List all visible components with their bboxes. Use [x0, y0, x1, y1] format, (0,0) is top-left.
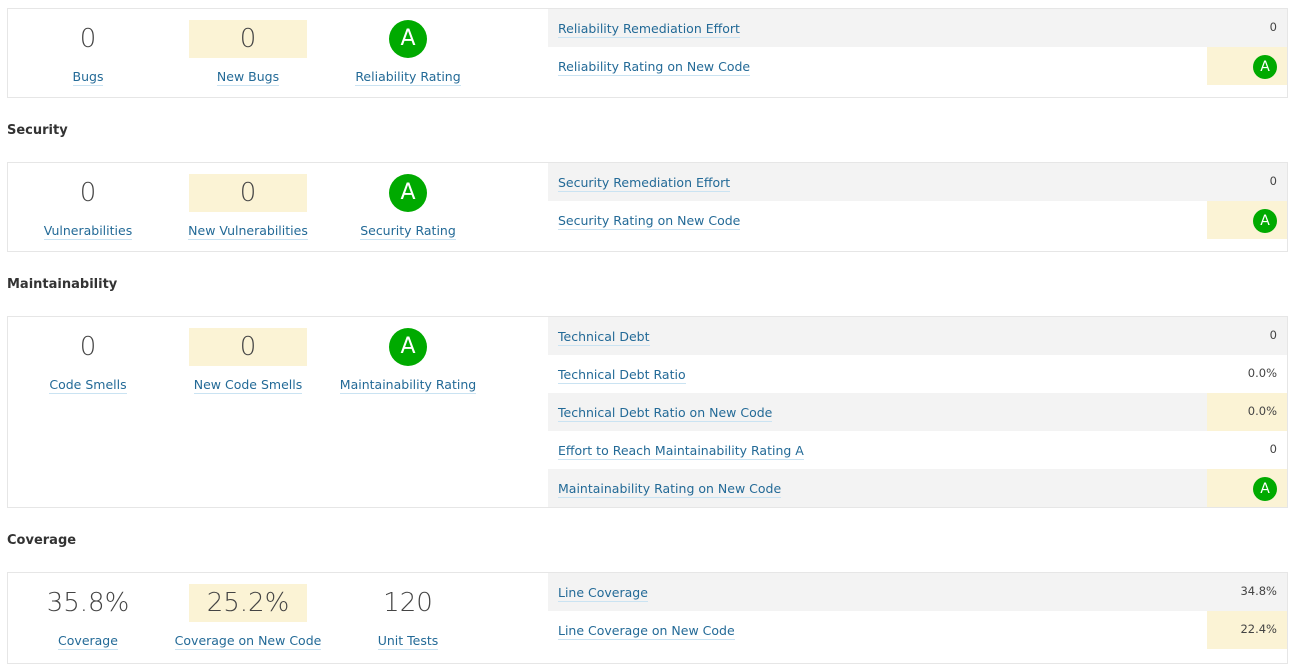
new-vulnerabilities-label[interactable]: New Vulnerabilities — [188, 223, 308, 240]
technical-debt-link[interactable]: Technical Debt — [558, 329, 650, 346]
effort-rating-a-link[interactable]: Effort to Reach Maintainability Rating A — [558, 443, 804, 460]
coverage-measure[interactable]: 35.8% Coverage — [8, 573, 168, 650]
reliability-new-rating-row: Reliability Rating on New Code A — [548, 47, 1287, 85]
technical-debt-ratio-new-link[interactable]: Technical Debt Ratio on New Code — [558, 405, 773, 422]
code-smells-label[interactable]: Code Smells — [49, 377, 127, 394]
unit-tests-value[interactable]: 120 — [328, 584, 488, 622]
reliability-remediation-row: Reliability Remediation Effort 0 — [548, 9, 1287, 47]
technical-debt-ratio-row: Technical Debt Ratio 0.0% — [548, 355, 1287, 393]
coverage-value[interactable]: 35.8% — [8, 584, 168, 622]
bugs-value[interactable]: 0 — [8, 20, 168, 58]
new-bugs-measure[interactable]: 0 New Bugs — [168, 9, 328, 86]
maintainability-section-title: Maintainability — [7, 277, 118, 292]
reliability-new-rating-badge[interactable]: A — [1253, 55, 1277, 79]
security-remediation-row: Security Remediation Effort 0 — [548, 163, 1287, 201]
technical-debt-ratio-link[interactable]: Technical Debt Ratio — [558, 367, 686, 384]
maintainability-rating-label[interactable]: Maintainability Rating — [339, 377, 477, 394]
security-remediation-link[interactable]: Security Remediation Effort — [558, 175, 731, 192]
maintainability-new-rating-link[interactable]: Maintainability Rating on New Code — [558, 481, 782, 498]
new-vulnerabilities-value[interactable]: 0 — [189, 174, 307, 212]
technical-debt-ratio-new-value[interactable]: 0.0% — [1248, 404, 1277, 418]
reliability-new-rating-link[interactable]: Reliability Rating on New Code — [558, 59, 751, 76]
vulnerabilities-value[interactable]: 0 — [8, 174, 168, 212]
code-smells-value[interactable]: 0 — [8, 328, 168, 366]
reliability-remediation-link[interactable]: Reliability Remediation Effort — [558, 21, 740, 38]
security-rating-label[interactable]: Security Rating — [360, 223, 456, 240]
new-code-smells-measure[interactable]: 0 New Code Smells — [168, 317, 328, 394]
maintainability-new-rating-row: Maintainability Rating on New Code A — [548, 469, 1287, 507]
line-coverage-new-link[interactable]: Line Coverage on New Code — [558, 623, 735, 640]
unit-tests-label[interactable]: Unit Tests — [377, 633, 439, 650]
unit-tests-measure[interactable]: 120 Unit Tests — [328, 573, 488, 650]
new-code-smells-value[interactable]: 0 — [189, 328, 307, 366]
coverage-section-title: Coverage — [7, 533, 77, 548]
security-new-rating-link[interactable]: Security Rating on New Code — [558, 213, 741, 230]
coverage-label[interactable]: Coverage — [58, 633, 118, 650]
security-panel: 0 Vulnerabilities 0 New Vulnerabilities … — [7, 162, 1288, 252]
bugs-label[interactable]: Bugs — [72, 69, 104, 86]
maintainability-rating-badge[interactable]: A — [389, 328, 427, 366]
new-coverage-measure[interactable]: 25.2% Coverage on New Code — [168, 573, 328, 650]
line-coverage-new-row: Line Coverage on New Code 22.4% — [548, 611, 1287, 649]
reliability-rating-measure[interactable]: A Reliability Rating — [328, 9, 488, 86]
security-remediation-value[interactable]: 0 — [1270, 174, 1277, 188]
new-coverage-value[interactable]: 25.2% — [189, 584, 307, 622]
new-vulnerabilities-measure[interactable]: 0 New Vulnerabilities — [168, 163, 328, 240]
line-coverage-row: Line Coverage 34.8% — [548, 573, 1287, 611]
new-bugs-value[interactable]: 0 — [189, 20, 307, 58]
coverage-panel: 35.8% Coverage 25.2% Coverage on New Cod… — [7, 572, 1288, 664]
effort-rating-a-row: Effort to Reach Maintainability Rating A… — [548, 431, 1287, 469]
technical-debt-row: Technical Debt 0 — [548, 317, 1287, 355]
security-rating-measure[interactable]: A Security Rating — [328, 163, 488, 240]
code-smells-measure[interactable]: 0 Code Smells — [8, 317, 168, 394]
security-section-title: Security — [7, 123, 68, 138]
security-new-rating-row: Security Rating on New Code A — [548, 201, 1287, 239]
security-new-rating-badge[interactable]: A — [1253, 209, 1277, 233]
bugs-measure[interactable]: 0 Bugs — [8, 9, 168, 86]
security-rating-badge[interactable]: A — [389, 174, 427, 212]
maintainability-new-rating-badge[interactable]: A — [1253, 477, 1277, 501]
line-coverage-link[interactable]: Line Coverage — [558, 585, 648, 602]
new-bugs-label[interactable]: New Bugs — [216, 69, 280, 86]
technical-debt-value[interactable]: 0 — [1270, 328, 1277, 342]
new-coverage-label[interactable]: Coverage on New Code — [174, 633, 322, 650]
new-code-smells-label[interactable]: New Code Smells — [193, 377, 303, 394]
vulnerabilities-measure[interactable]: 0 Vulnerabilities — [8, 163, 168, 240]
vulnerabilities-label[interactable]: Vulnerabilities — [43, 223, 133, 240]
effort-rating-a-value[interactable]: 0 — [1270, 442, 1277, 456]
reliability-rating-label[interactable]: Reliability Rating — [355, 69, 461, 86]
reliability-panel: 0 Bugs 0 New Bugs A Reliability Rating R… — [7, 8, 1288, 98]
line-coverage-new-value[interactable]: 22.4% — [1240, 622, 1277, 636]
maintainability-panel: 0 Code Smells 0 New Code Smells A Mainta… — [7, 316, 1288, 508]
technical-debt-ratio-value[interactable]: 0.0% — [1248, 366, 1277, 380]
maintainability-rating-measure[interactable]: A Maintainability Rating — [328, 317, 488, 394]
reliability-rating-badge[interactable]: A — [389, 20, 427, 58]
reliability-remediation-value[interactable]: 0 — [1270, 20, 1277, 34]
technical-debt-ratio-new-row: Technical Debt Ratio on New Code 0.0% — [548, 393, 1287, 431]
line-coverage-value[interactable]: 34.8% — [1240, 584, 1277, 598]
